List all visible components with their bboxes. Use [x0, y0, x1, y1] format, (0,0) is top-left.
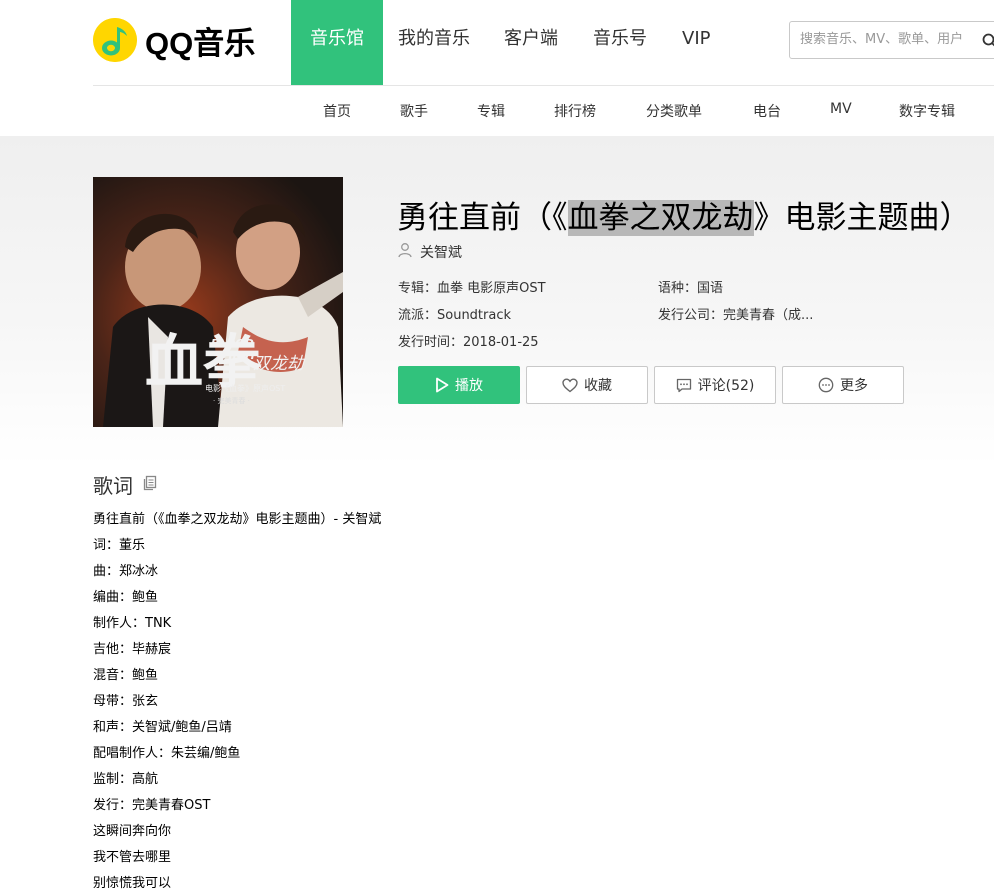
- heart-icon: [562, 377, 578, 392]
- comment-icon: [676, 378, 691, 392]
- lyric-line: 制作人：TNK: [93, 616, 172, 631]
- sub-nav: 首页 歌手 专辑 排行榜 分类歌单 电台 MV 数字专辑: [0, 86, 994, 136]
- nav-item-my-music[interactable]: 我的音乐: [383, 0, 487, 85]
- more-button-label: 更多: [840, 378, 868, 394]
- lyric-line: 配唱制作人：朱芸编/鲍鱼: [93, 746, 241, 761]
- language-info: 语种：国语: [658, 281, 724, 296]
- lyric-line: 和声：关智斌/鲍鱼/吕靖: [93, 720, 232, 735]
- subnav-item-radio[interactable]: 电台: [753, 101, 781, 121]
- company-info: 发行公司：完美青春（成...: [658, 308, 814, 323]
- copy-icon[interactable]: [142, 475, 158, 495]
- lyric-line: 母带：张玄: [93, 694, 159, 709]
- search-icon[interactable]: [982, 33, 994, 53]
- logo-icon: [93, 18, 137, 62]
- singer-icon: [397, 242, 413, 262]
- lyric-line: 发行：完美青春OST: [93, 798, 211, 813]
- lyric-line: 监制：高航: [93, 772, 159, 787]
- lyric-line: 曲：郑冰冰: [93, 564, 159, 579]
- song-title: 勇往直前（《血拳之双龙劫》电影主题曲）: [397, 192, 971, 237]
- cover-caption-2: · 完美青春 ·: [213, 396, 250, 405]
- song-title-after: 》电影主题曲）: [753, 200, 971, 236]
- cover-subtitle-cn: 双龙劫: [253, 354, 306, 374]
- singer-row[interactable]: 关智斌: [397, 242, 462, 262]
- lyric-line: 词：董乐: [93, 538, 146, 553]
- lyrics-title: 歌词: [93, 474, 133, 498]
- release-date-info: 发行时间：2018-01-25: [398, 335, 539, 350]
- lyrics-body: 勇往直前（《血拳之双龙劫》电影主题曲）- 关智斌 词：董乐 曲：郑冰冰 编曲：鲍…: [93, 511, 973, 895]
- favorite-button-label: 收藏: [584, 378, 612, 394]
- lyric-line: 混音：鲍鱼: [93, 668, 159, 683]
- subnav-item-playlist[interactable]: 分类歌单: [646, 101, 702, 121]
- main-nav: 音乐馆 我的音乐 客户端 音乐号 VIP: [291, 0, 728, 85]
- lyric-line: 勇往直前（《血拳之双龙劫》电影主题曲）- 关智斌: [93, 512, 382, 527]
- lyric-line: 这瞬间奔向你: [93, 824, 172, 839]
- search-box[interactable]: 搜索音乐、MV、歌单、用户: [789, 21, 994, 59]
- play-icon: [436, 377, 449, 393]
- play-button[interactable]: 播放: [398, 366, 520, 404]
- subnav-item-home[interactable]: 首页: [323, 101, 351, 121]
- subnav-item-digital-album[interactable]: 数字专辑: [899, 101, 955, 121]
- lyric-line: 我不管去哪里: [93, 850, 172, 865]
- more-icon: [818, 377, 834, 393]
- album-info[interactable]: 专辑：血拳 电影原声OST: [398, 277, 546, 296]
- nav-item-vip[interactable]: VIP: [664, 0, 728, 85]
- lyric-line: 编曲：鲍鱼: [93, 590, 159, 605]
- album-cover[interactable]: 血拳 BLOOD FIRST 双龙劫 电影《血拳》原声OST · 完美青春 ·: [93, 177, 343, 427]
- more-button[interactable]: 更多: [782, 366, 904, 404]
- nav-item-music-hall[interactable]: 音乐馆: [291, 0, 383, 85]
- singer-name[interactable]: 关智斌: [420, 242, 462, 262]
- lyric-line: 别惊慌我可以: [93, 876, 172, 891]
- comment-button[interactable]: 评论(52): [654, 366, 776, 404]
- subnav-item-album[interactable]: 专辑: [477, 101, 505, 121]
- logo-text: QQ音乐: [145, 25, 256, 61]
- nav-item-client[interactable]: 客户端: [487, 0, 576, 85]
- cover-caption: 电影《血拳》原声OST: [205, 383, 285, 393]
- genre-info: 流派：Soundtrack: [398, 308, 512, 323]
- subnav-item-mv[interactable]: MV: [830, 101, 852, 117]
- comment-button-label: 评论(52): [697, 378, 755, 394]
- song-title-before: 勇往直前（《: [397, 200, 568, 236]
- top-header: QQ音乐 音乐馆 我的音乐 客户端 音乐号 VIP 搜索音乐、MV、歌单、用户: [0, 0, 994, 86]
- lyric-line: 吉他：毕赫宸: [93, 642, 172, 657]
- qq-music-logo[interactable]: QQ音乐: [93, 17, 255, 63]
- favorite-button[interactable]: 收藏: [526, 366, 648, 404]
- subnav-item-singer[interactable]: 歌手: [400, 101, 428, 121]
- lyrics-header: 歌词: [93, 470, 158, 499]
- subnav-item-chart[interactable]: 排行榜: [554, 101, 596, 121]
- play-button-label: 播放: [455, 378, 483, 394]
- search-input[interactable]: 搜索音乐、MV、歌单、用户: [800, 22, 963, 58]
- nav-item-music-account[interactable]: 音乐号: [576, 0, 664, 85]
- song-title-highlight: 血拳之双龙劫: [567, 200, 754, 236]
